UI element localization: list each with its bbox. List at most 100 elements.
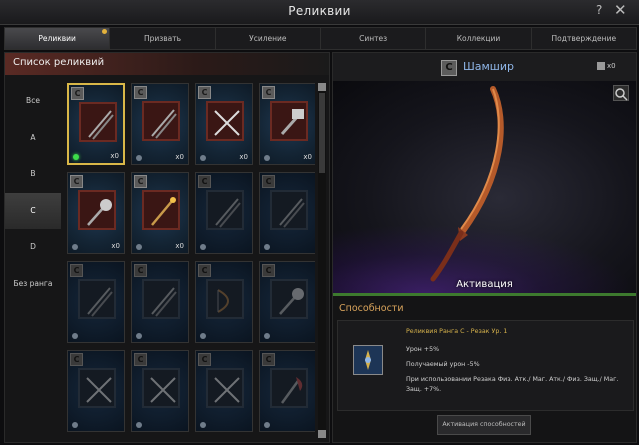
scroll-up-icon[interactable] xyxy=(318,83,326,91)
ability-box: Реликвия Ранга C - Резак Ур. 1 Урон +5% … xyxy=(337,320,634,411)
orb-icon xyxy=(200,155,206,161)
orb-icon xyxy=(136,155,142,161)
tab-synthesis[interactable]: Синтез xyxy=(321,28,427,49)
rank-badge: C xyxy=(262,353,275,366)
relic-detail-panel: C Шамшир x0 Активация Способности Реликв… xyxy=(332,52,637,443)
relic-card[interactable]: C xyxy=(259,350,315,432)
tab-relics[interactable]: Реликвии xyxy=(5,28,111,49)
tab-bar: Реликвии Призвать Усиление Синтез Коллек… xyxy=(4,27,637,50)
close-button[interactable]: ✕ xyxy=(614,1,627,19)
rank-badge: C xyxy=(134,353,147,366)
orb-icon xyxy=(264,333,270,339)
relic-count: x0 xyxy=(303,153,312,161)
axe-icon xyxy=(270,368,308,408)
relic-count: x0 xyxy=(175,153,184,161)
relic-list-panel: Список реликвий Все A B C D Без ранга Cx… xyxy=(4,52,330,443)
orb-icon xyxy=(264,244,270,250)
title-bar: Реликвии ? ✕ xyxy=(0,0,639,25)
ability-line: Получаемый урон -5% xyxy=(406,361,480,368)
ability-name: Реликвия Ранга C - Резак Ур. 1 xyxy=(406,328,508,335)
crossed-swords-icon xyxy=(78,368,116,408)
bow-icon xyxy=(206,279,244,319)
relic-card[interactable]: Cx0 xyxy=(67,83,125,165)
rank-badge: C xyxy=(198,175,211,188)
orb-icon xyxy=(136,244,142,250)
ability-icon xyxy=(353,345,383,375)
relic-card[interactable]: C xyxy=(195,350,253,432)
activate-abilities-button[interactable]: Активация способностей xyxy=(437,415,531,435)
window-title: Реликвии xyxy=(288,4,351,18)
relic-card[interactable]: C xyxy=(67,261,125,343)
activation-bar xyxy=(333,293,636,296)
relic-name: Шамшир xyxy=(463,60,514,73)
help-button[interactable]: ? xyxy=(596,3,602,17)
relic-count: x0 xyxy=(239,153,248,161)
relic-card[interactable]: Cx0 xyxy=(131,83,189,165)
relic-card[interactable]: C xyxy=(259,261,315,343)
relic-card[interactable]: C xyxy=(67,350,125,432)
orb-icon xyxy=(264,155,270,161)
tab-collections[interactable]: Коллекции xyxy=(426,28,532,49)
rank-badge: C xyxy=(134,175,147,188)
relic-card[interactable]: C xyxy=(195,261,253,343)
rank-badge: C xyxy=(198,264,211,277)
rank-b[interactable]: B xyxy=(5,156,61,193)
swords-icon xyxy=(206,190,244,230)
rank-badge: C xyxy=(70,353,83,366)
scroll-down-icon[interactable] xyxy=(318,430,326,438)
rank-badge: C xyxy=(262,264,275,277)
relic-card[interactable]: Cx0 xyxy=(259,83,315,165)
rank-a[interactable]: A xyxy=(5,120,61,157)
rank-all[interactable]: Все xyxy=(5,83,61,120)
relic-card[interactable]: C xyxy=(259,172,315,254)
swords-icon xyxy=(78,279,116,319)
orb-icon xyxy=(72,422,78,428)
orb-icon xyxy=(200,422,206,428)
orb-icon xyxy=(136,333,142,339)
scroll-thumb[interactable] xyxy=(319,93,325,173)
relic-grid: Cx0 Cx0 Cx0 Cx0 Cx0 Cx0 C C C C C C C C C C xyxy=(61,81,315,439)
ability-line: При использовании Резака Физ. Атк./ Маг.… xyxy=(406,376,619,383)
rank-badge: C xyxy=(441,60,457,76)
tab-summon[interactable]: Призвать xyxy=(110,28,216,49)
swords-icon xyxy=(270,190,308,230)
sword-illustration xyxy=(430,86,504,282)
rank-badge: C xyxy=(70,264,83,277)
rank-c[interactable]: C xyxy=(5,192,61,229)
scrollbar[interactable] xyxy=(318,83,326,438)
rank-badge: C xyxy=(134,264,147,277)
orb-icon xyxy=(200,333,206,339)
orb-icon xyxy=(73,154,79,160)
orb-icon xyxy=(72,244,78,250)
swords-icon xyxy=(142,279,180,319)
crossed-swords-icon xyxy=(206,101,244,141)
relic-card[interactable]: Cx0 xyxy=(195,83,253,165)
rank-none[interactable]: Без ранга xyxy=(5,266,61,303)
abilities-title: Способности xyxy=(339,303,404,314)
rank-badge: C xyxy=(262,175,275,188)
ability-line: Урон +5% xyxy=(406,346,440,353)
mace-icon xyxy=(78,190,116,230)
relic-card[interactable]: C xyxy=(131,350,189,432)
zoom-icon[interactable] xyxy=(613,85,629,101)
tab-enhance[interactable]: Усиление xyxy=(216,28,321,49)
relic-count: x0 xyxy=(175,242,184,250)
rank-badge: C xyxy=(198,86,211,99)
relic-preview: Активация xyxy=(333,81,636,294)
relic-card[interactable]: C xyxy=(195,172,253,254)
relic-card[interactable]: C xyxy=(131,261,189,343)
orb-icon xyxy=(72,333,78,339)
activation-label: Активация xyxy=(456,279,513,290)
tab-confirm[interactable]: Подтверждение xyxy=(532,28,636,49)
relic-card[interactable]: Cx0 xyxy=(67,172,125,254)
rank-badge: C xyxy=(134,86,147,99)
relic-list-header: Список реликвий xyxy=(5,53,329,75)
orb-icon xyxy=(200,244,206,250)
swords-icon xyxy=(79,102,117,142)
rank-badge: C xyxy=(71,87,84,100)
relic-card[interactable]: Cx0 xyxy=(131,172,189,254)
relic-count: x0 xyxy=(110,152,119,160)
rank-d[interactable]: D xyxy=(5,229,61,266)
crossed-swords-icon xyxy=(142,368,180,408)
orb-icon xyxy=(264,422,270,428)
